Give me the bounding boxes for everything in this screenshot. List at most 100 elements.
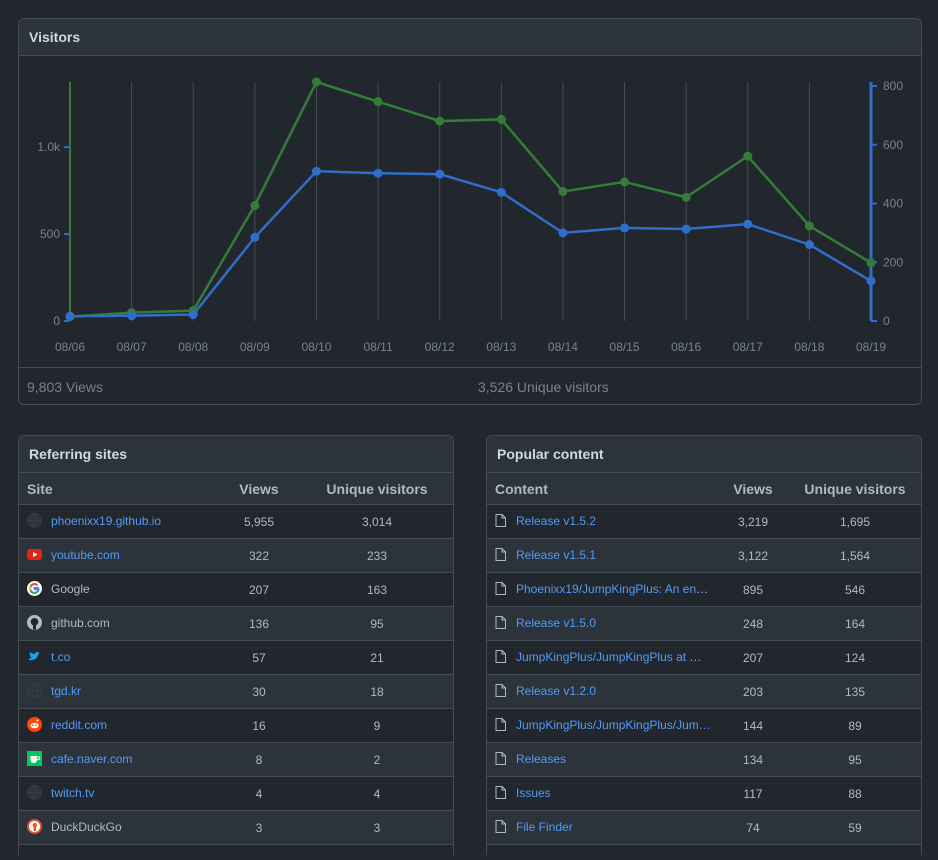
table-row: youtube.com 322 233 — [19, 538, 453, 573]
content-link[interactable]: File Finder — [516, 820, 573, 834]
unique-visitors-cell: 164 — [787, 606, 921, 641]
unique-visitors-cell: 21 — [299, 640, 453, 675]
youtube-icon — [27, 547, 42, 562]
file-icon — [495, 785, 506, 799]
views-data-point — [681, 192, 691, 202]
unique-visitors-cell: 163 — [299, 572, 453, 607]
content-link[interactable]: Release v1.5.0 — [516, 616, 596, 630]
content-cell: JumpKingPlus/JumpKingPlus at m… — [487, 640, 719, 675]
unique-visitors-cell: 88 — [787, 776, 921, 811]
file-icon — [495, 547, 506, 561]
content-cell: Release v1.5.0 — [487, 606, 719, 641]
google-icon — [27, 581, 42, 597]
views-cell: 117 — [719, 776, 787, 811]
unique-visitors-cell: 1,695 — [787, 504, 921, 539]
table-row: github.com 136 95 — [19, 606, 453, 641]
table-row: twitch.tv 4 4 — [19, 776, 453, 811]
unique-visitors-cell: 59 — [787, 810, 921, 845]
site-cell: cafe.naver.com — [19, 742, 219, 777]
views-data-point — [804, 221, 814, 231]
views-summary: 9,803 Views — [27, 379, 104, 395]
right-axis-tick-label: 600 — [883, 138, 903, 152]
x-axis-tick-label: 08/16 — [671, 340, 701, 354]
column-header-site: Site — [19, 473, 219, 505]
content-link[interactable]: Release v1.2.0 — [516, 684, 596, 698]
x-axis-tick-label: 08/19 — [856, 340, 886, 354]
site-cell: youtube.com — [19, 538, 219, 573]
right-axis-tick-label: 800 — [883, 79, 903, 93]
views-cell: 74 — [719, 810, 787, 845]
unique-data-point — [65, 311, 75, 321]
views-data-point — [743, 151, 753, 161]
content-link[interactable]: JumpKingPlus/JumpKingPlus/Jum… — [516, 718, 711, 732]
x-axis-tick-label: 08/07 — [117, 340, 147, 354]
table-row: Release v1.5.2 3,219 1,695 — [487, 504, 921, 539]
column-header-views: Views — [719, 473, 787, 505]
views-cell: 16 — [219, 708, 299, 743]
content-link[interactable]: Release v1.5.1 — [516, 548, 596, 562]
visitors-title: Visitors — [19, 19, 921, 56]
x-axis-tick-label: 08/15 — [610, 340, 640, 354]
site-cell: tgd.kr — [19, 674, 219, 709]
globe-icon — [27, 785, 42, 801]
file-icon — [495, 581, 506, 595]
content-cell: Release v1.5.2 — [487, 504, 719, 539]
content-cell: Issues — [487, 776, 719, 811]
content-link[interactable]: Release v1.5.2 — [516, 514, 596, 528]
site-name[interactable]: cafe.naver.com — [51, 752, 132, 766]
unique-visitors-cell: 9 — [299, 708, 453, 743]
views-series-line — [69, 80, 872, 318]
unique-data-point — [558, 228, 568, 238]
table-row: File Finder 74 59 — [487, 810, 921, 845]
x-axis-tick-label: 08/12 — [425, 340, 455, 354]
site-name[interactable]: reddit.com — [51, 718, 107, 732]
content-link[interactable]: JumpKingPlus/JumpKingPlus at m… — [516, 650, 711, 664]
unique-data-point — [681, 224, 691, 234]
unique-visitors-cell: 3,014 — [299, 504, 453, 539]
unique-data-point — [435, 169, 445, 179]
unique-data-point — [743, 219, 753, 229]
content-link[interactable]: Phoenixx19/JumpKingPlus: An enh… — [516, 582, 715, 596]
globe-icon — [27, 683, 42, 699]
unique-visitors-cell: 4 — [299, 776, 453, 811]
views-cell: 3,219 — [719, 504, 787, 539]
unique-data-point — [127, 311, 137, 321]
unique-series-line — [69, 169, 872, 318]
views-cell: 207 — [219, 572, 299, 607]
table-row: Issues 117 88 — [487, 776, 921, 811]
views-data-point — [311, 77, 321, 87]
content-link[interactable]: Releases — [516, 752, 566, 766]
site-name[interactable]: tgd.kr — [51, 684, 81, 698]
visitors-chart-svg: 0 500 1.0k 0 200 400 600 800 08/06 08/07 08/08 08/0… — [37, 77, 903, 354]
views-cell: 203 — [719, 674, 787, 709]
views-cell: 144 — [719, 708, 787, 743]
views-cell: 134 — [719, 742, 787, 777]
content-link[interactable]: Issues — [516, 786, 551, 800]
x-axis-tick-label: 08/10 — [301, 340, 331, 354]
site-name[interactable]: t.co — [51, 650, 70, 664]
content-cell: JumpKingPlus/JumpKingPlus/Jum… — [487, 708, 719, 743]
site-cell: Google — [19, 572, 219, 607]
table-row: Google 207 163 — [19, 572, 453, 607]
views-data-point — [558, 187, 568, 197]
column-header-content: Content — [487, 473, 719, 505]
column-header-views: Views — [219, 473, 299, 505]
file-icon — [495, 819, 506, 833]
site-name[interactable]: phoenixx19.github.io — [51, 514, 161, 528]
site-name: DuckDuckGo — [51, 819, 122, 834]
site-name[interactable]: twitch.tv — [51, 786, 94, 800]
views-data-point — [250, 200, 260, 210]
left-axis-tick-label: 0 — [53, 314, 60, 328]
popular-content-title: Popular content — [487, 436, 921, 473]
views-data-point — [866, 258, 876, 268]
site-name[interactable]: youtube.com — [51, 548, 120, 562]
views-cell: 4 — [219, 776, 299, 811]
unique-visitors-cell: 18 — [299, 674, 453, 709]
referring-sites-title: Referring sites — [19, 436, 453, 473]
unique-data-point — [620, 223, 630, 233]
unique-data-point — [496, 187, 506, 197]
table-row: t.co 57 21 — [19, 640, 453, 675]
visitors-summary: 9,803 Views 3,526 Unique visitors — [19, 367, 921, 404]
site-cell: t.co — [19, 640, 219, 675]
column-header-unique-visitors: Unique visitors — [299, 473, 453, 505]
